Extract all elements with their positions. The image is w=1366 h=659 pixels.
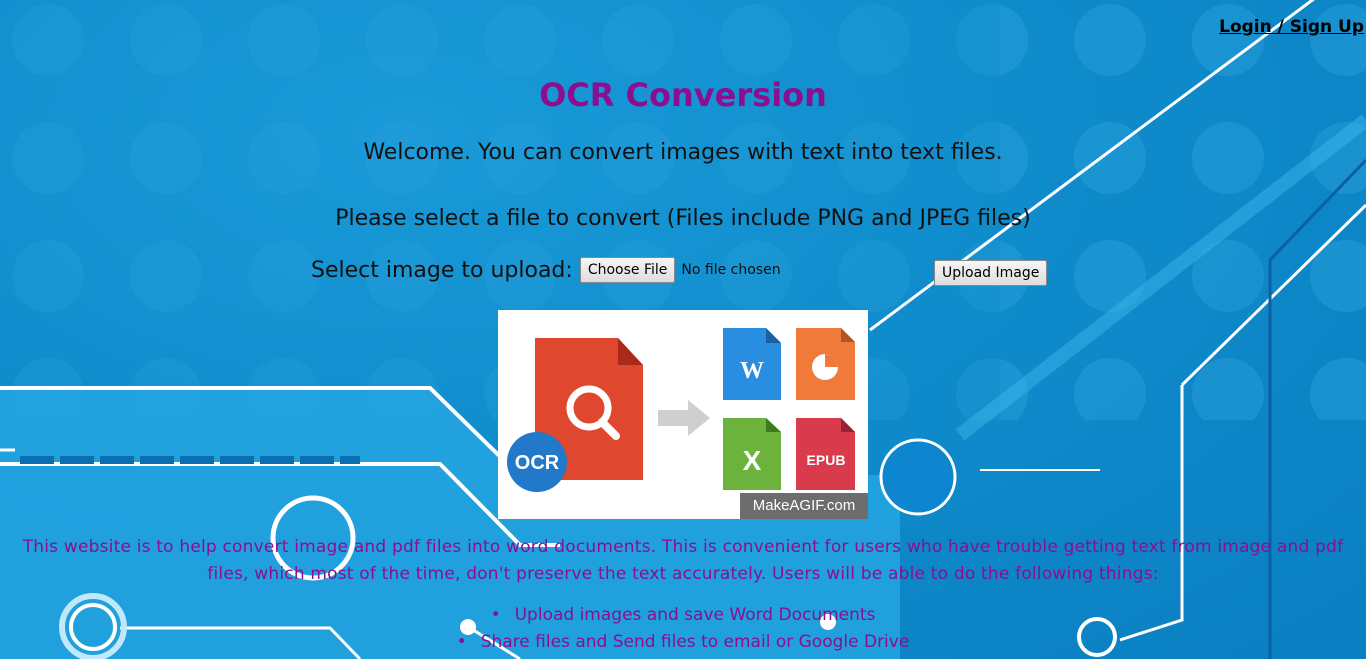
list-item: • Share files and Send files to email or …	[456, 632, 910, 652]
word-doc-letter: W	[740, 358, 764, 384]
welcome-text: Welcome. You can convert images with tex…	[363, 140, 1003, 165]
ocr-illustration: OCR W X EPUB	[507, 328, 855, 492]
list-item: • Upload images and save Word Documents	[490, 605, 876, 625]
excel-doc-letter: X	[743, 445, 762, 476]
choose-file-button[interactable]: Choose File	[579, 257, 676, 283]
epub-label: EPUB	[807, 452, 846, 468]
select-file-prompt: Please select a file to convert (Files i…	[335, 206, 1031, 231]
description-text: This website is to help convert image an…	[22, 537, 1344, 584]
upload-row: Select image to upload: Choose File No f…	[311, 257, 781, 283]
feature-share-send: Share files and Send files to email or G…	[480, 632, 910, 652]
feature-upload-save: Upload images and save Word Documents	[514, 605, 876, 625]
no-file-chosen-text: No file chosen	[681, 262, 781, 278]
ocr-conversion-gif: OCR W X EPUB MakeAGIF.com	[498, 310, 868, 519]
feature-list: • Upload images and save Word Documents •…	[0, 602, 1366, 656]
makeagif-watermark: MakeAGIF.com	[740, 493, 868, 519]
arrow-right-icon	[658, 400, 710, 436]
page-title: OCR Conversion	[539, 76, 827, 114]
ocr-badge-text: OCR	[515, 452, 560, 474]
upload-label: Select image to upload:	[311, 257, 573, 283]
upload-image-button[interactable]: Upload Image	[934, 260, 1048, 286]
login-signup-link[interactable]: Login / Sign Up	[1219, 17, 1364, 37]
